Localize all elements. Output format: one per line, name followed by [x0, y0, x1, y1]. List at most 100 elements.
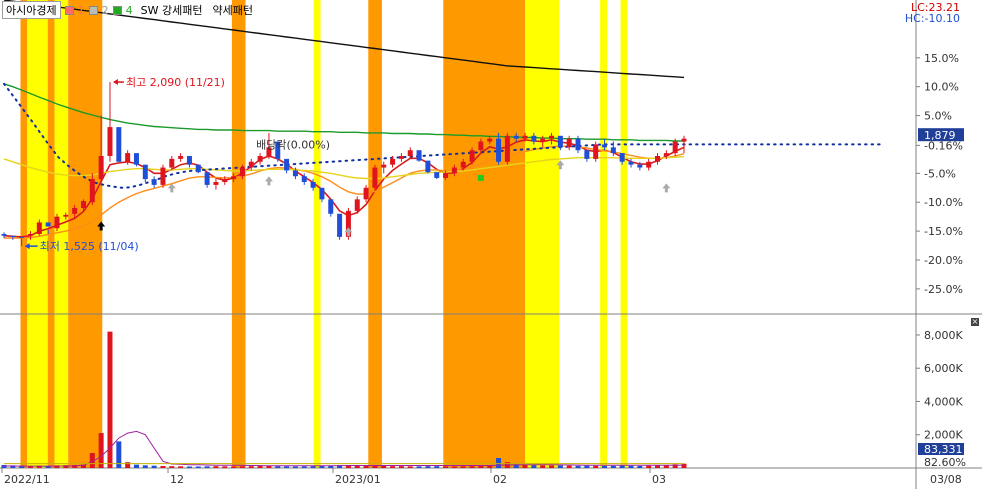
candle-body [610, 147, 616, 154]
volume-bar [381, 466, 387, 468]
candle-body [566, 138, 572, 148]
volume-bar [390, 466, 396, 468]
volume-bar [319, 466, 325, 468]
candle-body [292, 170, 298, 177]
price-tick-label: -20.0% [924, 254, 963, 267]
signal-square-icon [477, 174, 484, 181]
candle-body [151, 179, 157, 185]
candle-body [98, 156, 104, 180]
volume-bar [602, 466, 608, 468]
volume-bar [619, 465, 625, 468]
high-price-label: 최고 2,090 (11/21) [126, 76, 225, 89]
candle-body [575, 138, 581, 151]
volume-bar [487, 465, 493, 468]
candle-body [195, 164, 201, 173]
volume-bar [239, 466, 245, 468]
candle-body [222, 179, 228, 182]
x-tick-label: 03/08 [930, 473, 962, 486]
candle-body [646, 161, 652, 168]
volume-bar [496, 458, 502, 468]
candle-body [434, 172, 440, 178]
candle-body [390, 158, 396, 165]
legend-swatch-1 [64, 5, 74, 15]
pattern-band [231, 0, 246, 468]
volume-bar [566, 465, 572, 468]
candle-body [496, 138, 502, 162]
pattern-band [368, 0, 382, 468]
volume-bar [275, 466, 281, 468]
candle-body [27, 234, 33, 236]
candle-body [531, 135, 537, 142]
candle-body [328, 199, 334, 214]
volume-bar [593, 465, 599, 468]
candle-body [19, 236, 25, 238]
candle-body [416, 150, 422, 161]
candle-body [80, 201, 86, 208]
candle-body [672, 141, 678, 154]
x-tick-label: 02 [493, 473, 507, 486]
volume-bar [637, 466, 643, 468]
volume-bar [575, 465, 581, 468]
candle-body [169, 158, 175, 168]
legend-label-1[interactable]: 1 [78, 4, 85, 17]
candle-body [213, 182, 219, 185]
volume-tick-label: 2,000K [924, 429, 963, 442]
x-tick-label: 03 [652, 473, 666, 486]
legend-label-4[interactable]: 4 [126, 4, 133, 17]
volume-bar [213, 466, 219, 468]
chart-canvas[interactable]: 15.0%10.0%5.0%-0.16%-5.0%-10.0%-15.0%-20… [0, 0, 982, 489]
current-volume-label: 83,331 [924, 443, 963, 456]
volume-bar [407, 466, 413, 468]
volume-ratio-label: 82.60% [924, 456, 966, 469]
volume-bar [257, 466, 263, 468]
volume-bar [186, 466, 192, 468]
volume-bar [372, 465, 378, 468]
volume-bar [557, 465, 563, 468]
volume-bar [398, 466, 404, 468]
volume-bar [266, 466, 272, 468]
candle-body [381, 164, 387, 168]
candle-body [478, 141, 484, 151]
candle-body [54, 216, 60, 229]
candle-body [522, 135, 528, 139]
volume-bar [478, 466, 484, 468]
volume-bar [204, 466, 210, 468]
candle-body [337, 213, 343, 237]
close-icon[interactable]: × [971, 318, 979, 326]
volume-tick-label: 6,000K [924, 362, 963, 375]
candle-body [451, 167, 457, 174]
price-tick-label: 15.0% [924, 52, 959, 65]
candle-body [584, 150, 590, 159]
pattern-band [20, 0, 28, 468]
candle-body [655, 156, 661, 162]
pattern-band [620, 0, 628, 468]
volume-bar [301, 466, 307, 468]
candle-body [116, 127, 122, 162]
candle-body [602, 144, 608, 148]
stock-name[interactable]: 아시아경제 [2, 1, 61, 19]
volume-bar [310, 466, 316, 468]
candle-body [310, 182, 316, 188]
volume-bar [284, 466, 290, 468]
volume-bar [628, 465, 634, 468]
low-price-label: 최저 1,525 (11/04) [40, 240, 139, 253]
weak-pattern-label[interactable]: 약세패턴 [212, 2, 252, 18]
price-tick-label: -10.0% [924, 196, 963, 209]
legend-label-2[interactable]: 2 [102, 4, 109, 17]
candle-body [398, 156, 404, 159]
stock-chart[interactable]: 15.0% 10.0% 5.0% -0.16% -5.0% -10.0% -15.0% -20… [0, 0, 982, 489]
strong-pattern-label[interactable]: SW 강세패턴 [141, 2, 203, 18]
candle-body [89, 179, 95, 203]
ex-dividend-label: 배당락(0.00%) [256, 138, 330, 151]
candle-body [681, 138, 687, 142]
volume-bar [125, 462, 131, 468]
pattern-band [443, 0, 526, 468]
volume-bar [610, 465, 616, 468]
candle-body [407, 150, 413, 156]
volume-bar [540, 465, 546, 468]
candle-body [1, 234, 7, 236]
volume-bar [195, 466, 201, 468]
volume-bar [646, 465, 652, 468]
candle-body [663, 153, 669, 156]
volume-bar [292, 466, 298, 468]
